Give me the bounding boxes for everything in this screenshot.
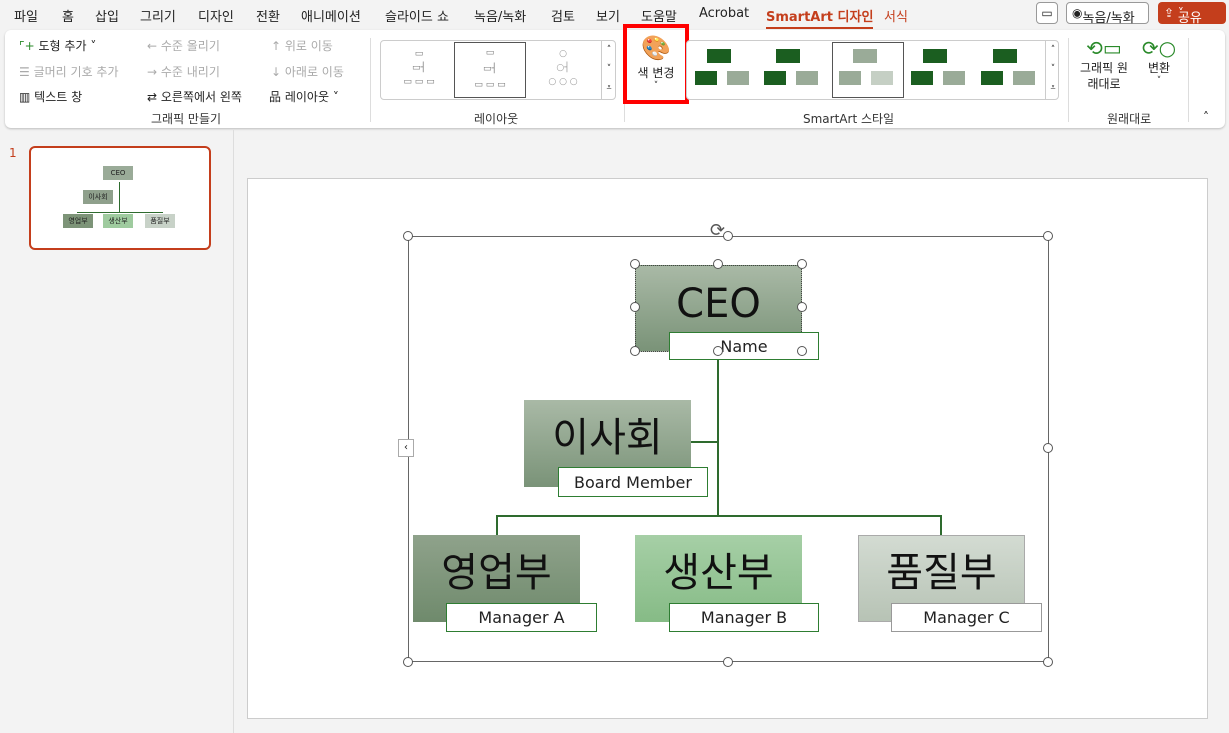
- reset-graphic-icon: ⟲▭: [1086, 36, 1122, 60]
- collapse-ribbon-button[interactable]: ˄: [1203, 110, 1209, 124]
- add-shape-button[interactable]: ⌜+ 도형 추가 ˅: [19, 37, 96, 54]
- thumb-dept: 생산부: [103, 214, 133, 228]
- node-dept-sub: Manager C: [923, 608, 1010, 627]
- layout-option-org-chart[interactable]: ▭ ▭┤ ▭ ▭ ▭: [387, 47, 451, 93]
- tab-insert[interactable]: 삽입: [95, 6, 119, 25]
- tab-view[interactable]: 보기: [596, 6, 620, 25]
- tab-acrobat[interactable]: Acrobat: [699, 6, 749, 21]
- tab-file[interactable]: 파일: [14, 6, 38, 25]
- tab-draw[interactable]: 그리기: [140, 6, 176, 25]
- tab-help[interactable]: 도움말: [641, 6, 677, 25]
- node-ceo-name[interactable]: Name: [669, 332, 819, 360]
- text-pane-label: 텍스트 창: [34, 90, 83, 104]
- node-board-title: 이사회: [552, 414, 663, 461]
- tab-slideshow[interactable]: 슬라이드 쇼: [385, 6, 449, 25]
- add-shape-label: 도형 추가: [38, 39, 87, 53]
- node-board-sub: Board Member: [574, 472, 692, 492]
- rtl-label: 오른쪽에서 왼쪽: [160, 90, 242, 104]
- ribbon: ⌜+ 도형 추가 ˅ ☰ 글머리 기호 추가 ▥ 텍스트 창 ← 수준 올리기 …: [5, 24, 1225, 128]
- style-option-3-selected[interactable]: [832, 42, 904, 98]
- node-dept-manager[interactable]: Manager B: [669, 603, 819, 632]
- node-dept-title: 생산부: [663, 549, 774, 596]
- promote-button[interactable]: ← 수준 올리기: [147, 37, 220, 54]
- node-ceo-title: CEO: [676, 280, 761, 327]
- add-bullet-label: 글머리 기호 추가: [33, 65, 119, 79]
- layout-option-name-title[interactable]: ▭ ▭┤ ▭ ▭ ▭: [454, 42, 526, 98]
- group-label-styles: SmartArt 스타일: [803, 112, 895, 126]
- text-pane-icon: ▥: [19, 90, 31, 104]
- add-bullet-button[interactable]: ☰ 글머리 기호 추가: [19, 63, 119, 80]
- tab-format[interactable]: 서식: [884, 6, 908, 25]
- tab-smartart-design[interactable]: SmartArt 디자인: [766, 6, 874, 29]
- tab-design[interactable]: 디자인: [198, 6, 234, 25]
- share-label: 공유: [1177, 11, 1202, 26]
- add-shape-icon: ⌜+: [19, 39, 35, 53]
- node-dept-title: 영업부: [441, 549, 552, 596]
- layout-button[interactable]: 品 레이아웃 ˅: [269, 88, 339, 105]
- style-option-5[interactable]: [979, 49, 1041, 91]
- node-dept-sub: Manager A: [478, 608, 565, 627]
- bullet-icon: ☰: [19, 65, 30, 79]
- style-option-1[interactable]: [693, 49, 755, 91]
- chevron-down-icon: ˅: [653, 81, 659, 91]
- layout-label: 레이아웃: [284, 90, 330, 104]
- move-up-label: 위로 이동: [284, 39, 333, 53]
- tab-home[interactable]: 홈: [62, 6, 74, 25]
- menu-bar: 파일 홈 삽입 그리기 디자인 전환 애니메이션 슬라이드 쇼 녹음/녹화 검토…: [0, 0, 1229, 29]
- node-board-name[interactable]: Board Member: [558, 467, 708, 497]
- convert-icon: ⟳○: [1141, 36, 1177, 60]
- thumb-board: 이사회: [83, 190, 113, 204]
- reset-graphic-button[interactable]: ⟲▭ 그래픽 원래대로: [1077, 36, 1131, 92]
- move-up-button[interactable]: ↑ 위로 이동: [271, 37, 333, 54]
- change-colors-label: 색 변경: [637, 66, 675, 80]
- group-label-layouts: 레이아웃: [474, 112, 519, 126]
- tab-review[interactable]: 검토: [551, 6, 575, 25]
- node-ceo-sub: Name: [720, 336, 768, 356]
- slide-pane-divider[interactable]: [233, 130, 234, 733]
- tab-record[interactable]: 녹음/녹화: [474, 6, 526, 25]
- group-label-create: 그래픽 만들기: [151, 112, 222, 126]
- comment-button[interactable]: ▭: [1036, 2, 1058, 24]
- style-gallery[interactable]: ˄ ˅ ⩡: [686, 40, 1059, 100]
- layout-gallery[interactable]: ▭ ▭┤ ▭ ▭ ▭ ▭ ▭┤ ▭ ▭ ▭ ○ ○┤ ○ ○ ○ ˄ ˅ ⩡: [380, 40, 616, 100]
- layout-icon: 品: [269, 90, 282, 104]
- rotate-handle[interactable]: ⟳: [710, 220, 725, 241]
- reset-graphic-label: 그래픽 원래대로: [1080, 61, 1128, 91]
- share-button[interactable]: ⇪ 공유 ˅: [1158, 2, 1226, 26]
- right-to-left-button[interactable]: ⇄ 오른쪽에서 왼쪽: [147, 88, 242, 105]
- layout-option-circle[interactable]: ○ ○┤ ○ ○ ○: [531, 47, 595, 93]
- node-dept-sub: Manager B: [700, 608, 788, 627]
- slide-number: 1: [9, 146, 17, 160]
- gallery-scroll[interactable]: ˄ ˅ ⩡: [1045, 41, 1060, 99]
- convert-label: 변환: [1147, 61, 1171, 75]
- chevron-down-icon: ˅: [1156, 76, 1162, 86]
- record-button[interactable]: ◉ 녹음/녹화: [1066, 2, 1149, 26]
- move-down-label: 아래로 이동: [284, 65, 344, 79]
- style-option-4[interactable]: [909, 49, 971, 91]
- change-colors-button[interactable]: 🎨 색 변경 ˅: [623, 24, 689, 104]
- thumb-dept: 품질부: [145, 214, 175, 228]
- convert-button[interactable]: ⟳○ 변환 ˅: [1137, 36, 1181, 86]
- thumb-ceo: CEO: [103, 166, 133, 180]
- gallery-scroll[interactable]: ˄ ˅ ⩡: [601, 41, 616, 99]
- demote-label: 수준 내리기: [160, 65, 220, 79]
- tab-transitions[interactable]: 전환: [256, 6, 280, 25]
- tab-animations[interactable]: 애니메이션: [301, 6, 361, 25]
- style-option-2[interactable]: [762, 49, 824, 91]
- slide-thumbnail[interactable]: CEO 이사회 영업부 생산부 품질부: [29, 146, 211, 250]
- promote-label: 수준 올리기: [160, 39, 220, 53]
- node-dept-manager[interactable]: Manager C: [891, 603, 1042, 632]
- record-label: 녹음/녹화: [1082, 11, 1135, 26]
- node-dept-title: 품질부: [886, 549, 997, 596]
- text-pane-toggle[interactable]: ‹: [398, 439, 414, 457]
- group-label-reset: 원래대로: [1107, 112, 1152, 126]
- move-down-button[interactable]: ↓ 아래로 이동: [271, 63, 344, 80]
- demote-button[interactable]: → 수준 내리기: [147, 63, 220, 80]
- palette-icon: 🎨: [641, 34, 671, 62]
- thumb-dept: 영업부: [63, 214, 93, 228]
- text-pane-button[interactable]: ▥ 텍스트 창: [19, 88, 82, 105]
- node-dept-manager[interactable]: Manager A: [446, 603, 597, 632]
